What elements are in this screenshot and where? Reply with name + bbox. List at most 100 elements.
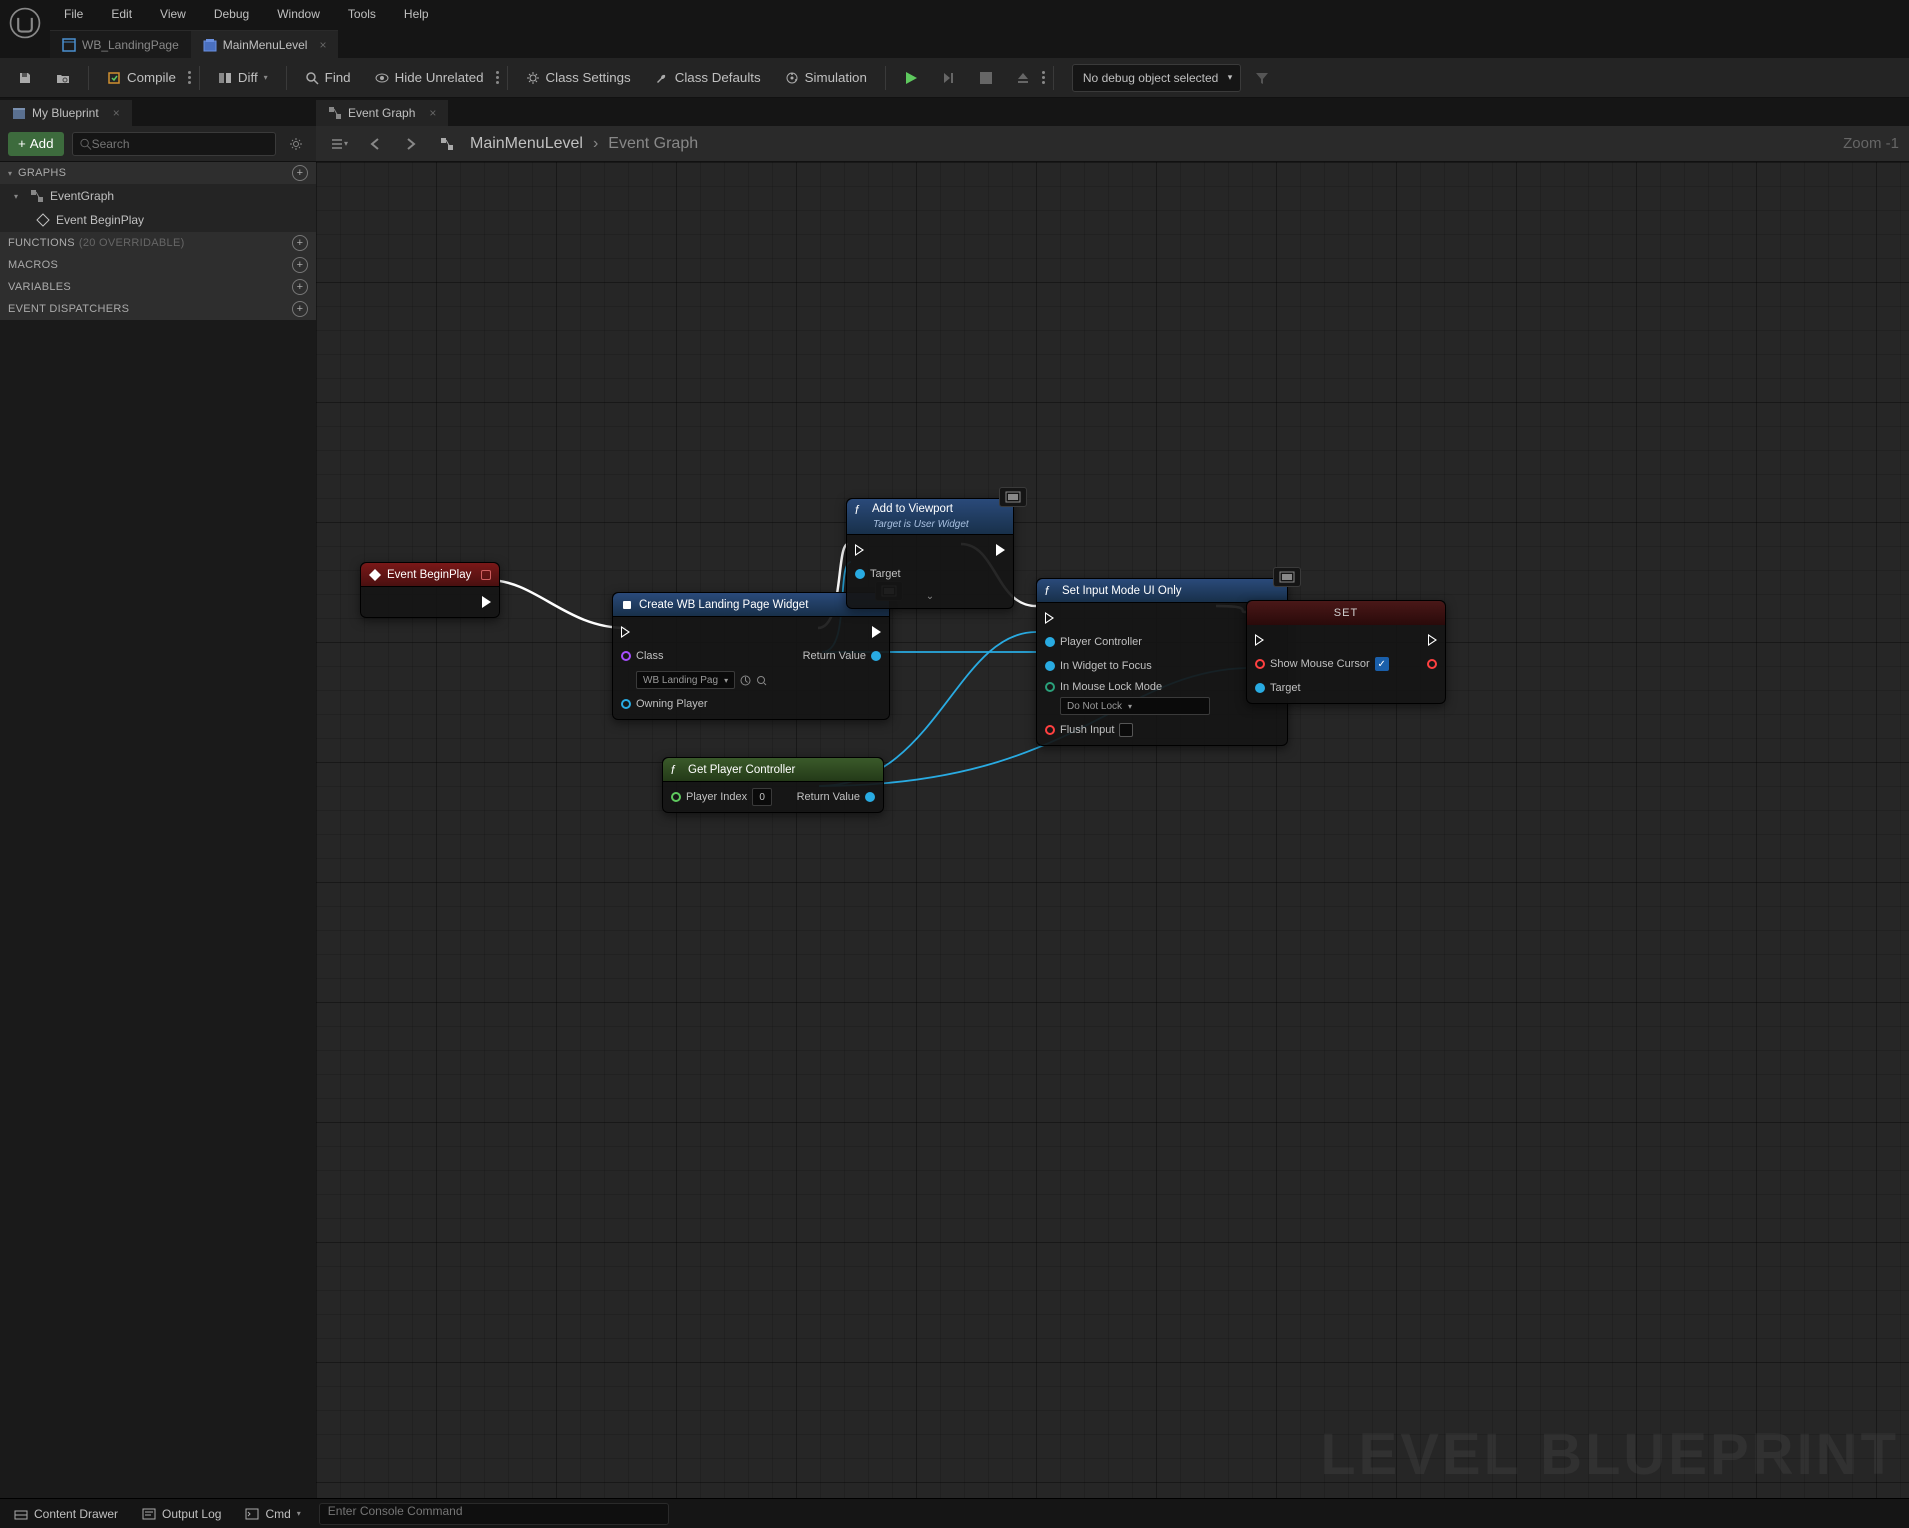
diff-button[interactable]: Diff ▾	[208, 63, 278, 93]
skip-button[interactable]	[932, 63, 966, 93]
add-function-button[interactable]: +	[292, 235, 308, 251]
hide-unrelated-button[interactable]: Hide Unrelated	[365, 63, 494, 93]
section-dispatchers[interactable]: EVENT DISPATCHERS +	[0, 298, 316, 320]
play-button[interactable]	[894, 63, 928, 93]
exec-in-pin[interactable]	[1045, 612, 1054, 624]
exec-in-pin[interactable]	[855, 544, 864, 556]
graph-canvas[interactable]: Event BeginPlay Create WB Landing Page W…	[316, 162, 1909, 1498]
console-field[interactable]	[328, 1504, 660, 1518]
owning-player-pin[interactable]	[621, 699, 631, 709]
target-pin[interactable]	[1255, 683, 1265, 693]
search-field[interactable]	[92, 137, 269, 151]
menu-debug[interactable]: Debug	[200, 3, 263, 25]
nav-back-button[interactable]	[362, 131, 388, 157]
chevron-down-icon[interactable]: ⌄	[855, 591, 1005, 602]
menu-help[interactable]: Help	[390, 3, 443, 25]
section-macros[interactable]: MACROS +	[0, 254, 316, 276]
compile-button[interactable]: Compile	[97, 63, 186, 93]
player-index-pin[interactable]	[671, 792, 681, 802]
class-settings-button[interactable]: Class Settings	[516, 63, 641, 93]
eject-button[interactable]	[1006, 63, 1040, 93]
compile-options-button[interactable]	[188, 71, 191, 84]
menu-view[interactable]: View	[146, 3, 200, 25]
sidebar-item-eventgraph[interactable]: ▾ EventGraph	[0, 184, 316, 208]
exec-out-pin[interactable]	[996, 544, 1005, 556]
add-button[interactable]: + Add	[8, 132, 64, 156]
node-create-widget[interactable]: Create WB Landing Page Widget Class Retu…	[612, 592, 890, 720]
sidebar-tab-my-blueprint[interactable]: My Blueprint ×	[0, 100, 132, 126]
breadcrumb-current: Event Graph	[608, 135, 698, 153]
widget-to-focus-pin[interactable]	[1045, 661, 1055, 671]
exec-in-pin[interactable]	[621, 626, 630, 638]
menu-window[interactable]: Window	[263, 3, 334, 25]
node-add-to-viewport[interactable]: f Add to Viewport Target is User Widget …	[846, 498, 1014, 609]
section-variables[interactable]: VARIABLES +	[0, 276, 316, 298]
flush-input-checkbox[interactable]	[1119, 723, 1133, 737]
search-input[interactable]	[72, 132, 276, 156]
sidebar-item-begin-play[interactable]: Event BeginPlay	[0, 208, 316, 232]
graph-root-button[interactable]	[434, 131, 460, 157]
show-mouse-cursor-pin[interactable]	[1255, 659, 1265, 669]
node-event-begin-play[interactable]: Event BeginPlay	[360, 562, 500, 618]
play-options[interactable]	[1042, 71, 1045, 84]
node-get-player-controller[interactable]: f Get Player Controller Player Index 0 R…	[662, 757, 884, 813]
player-index-value[interactable]: 0	[752, 788, 772, 806]
tab-wb-landing-page[interactable]: WB_LandingPage	[50, 30, 191, 58]
player-controller-pin[interactable]	[1045, 637, 1055, 647]
pin-label: Show Mouse Cursor	[1270, 658, 1370, 670]
debug-filter-button[interactable]	[1245, 63, 1279, 93]
simulation-button[interactable]: Simulation	[775, 63, 877, 93]
class-pin[interactable]	[621, 651, 631, 661]
bottom-bar: Content Drawer Output Log Cmd ▾	[0, 1498, 1909, 1528]
target-pin[interactable]	[855, 569, 865, 579]
stop-button[interactable]	[970, 63, 1002, 93]
close-icon[interactable]: ×	[429, 106, 436, 120]
find-button[interactable]: Find	[295, 63, 361, 93]
cmd-type-button[interactable]: Cmd ▾	[239, 1504, 306, 1524]
add-dispatcher-button[interactable]: +	[292, 301, 308, 317]
out-value-pin[interactable]	[1427, 659, 1437, 669]
add-graph-button[interactable]: +	[292, 165, 308, 181]
menu-edit[interactable]: Edit	[97, 3, 146, 25]
console-input[interactable]	[319, 1503, 669, 1525]
exec-out-pin[interactable]	[1428, 634, 1437, 646]
item-label: Event BeginPlay	[56, 213, 144, 227]
return-value-pin[interactable]	[871, 651, 881, 661]
show-cursor-checkbox[interactable]	[1375, 657, 1389, 671]
tab-event-graph[interactable]: Event Graph ×	[316, 100, 448, 126]
add-macro-button[interactable]: +	[292, 257, 308, 273]
exec-in-pin[interactable]	[1255, 634, 1264, 646]
mouse-lock-selector[interactable]: Do Not Lock	[1060, 697, 1210, 715]
section-label: VARIABLES	[8, 281, 71, 293]
return-value-pin[interactable]	[865, 792, 875, 802]
output-log-button[interactable]: Output Log	[136, 1504, 227, 1524]
class-defaults-button[interactable]: Class Defaults	[645, 63, 771, 93]
menu-tools[interactable]: Tools	[334, 3, 390, 25]
reset-icon[interactable]	[740, 675, 751, 686]
history-button[interactable]: ▾	[326, 131, 352, 157]
add-variable-button[interactable]: +	[292, 279, 308, 295]
content-drawer-button[interactable]: Content Drawer	[8, 1504, 124, 1524]
exec-out-pin[interactable]	[482, 596, 491, 608]
close-icon[interactable]: ×	[113, 106, 120, 120]
browse-button[interactable]	[46, 63, 80, 93]
debug-object-selector[interactable]: No debug object selected	[1072, 64, 1241, 92]
section-graphs[interactable]: ▾ GRAPHS +	[0, 162, 316, 184]
flush-input-pin[interactable]	[1045, 725, 1055, 735]
skip-icon	[942, 71, 956, 85]
tab-main-menu-level[interactable]: MainMenuLevel ×	[191, 30, 339, 58]
section-functions[interactable]: FUNCTIONS (20 OVERRIDABLE) +	[0, 232, 316, 254]
breadcrumb-root[interactable]: MainMenuLevel	[470, 135, 583, 153]
node-set-show-mouse-cursor[interactable]: SET Show Mouse Cursor	[1246, 600, 1446, 704]
close-icon[interactable]: ×	[319, 38, 326, 52]
delegate-pin[interactable]	[481, 570, 491, 580]
save-button[interactable]	[8, 63, 42, 93]
exec-out-pin[interactable]	[872, 626, 881, 638]
hide-unrelated-options[interactable]	[496, 71, 499, 84]
menu-file[interactable]: File	[50, 3, 97, 25]
settings-button[interactable]	[284, 132, 308, 156]
mouse-lock-pin[interactable]	[1045, 682, 1055, 692]
nav-forward-button[interactable]	[398, 131, 424, 157]
class-selector[interactable]: WB Landing Pag	[636, 671, 735, 689]
browse-asset-icon[interactable]	[756, 675, 767, 686]
